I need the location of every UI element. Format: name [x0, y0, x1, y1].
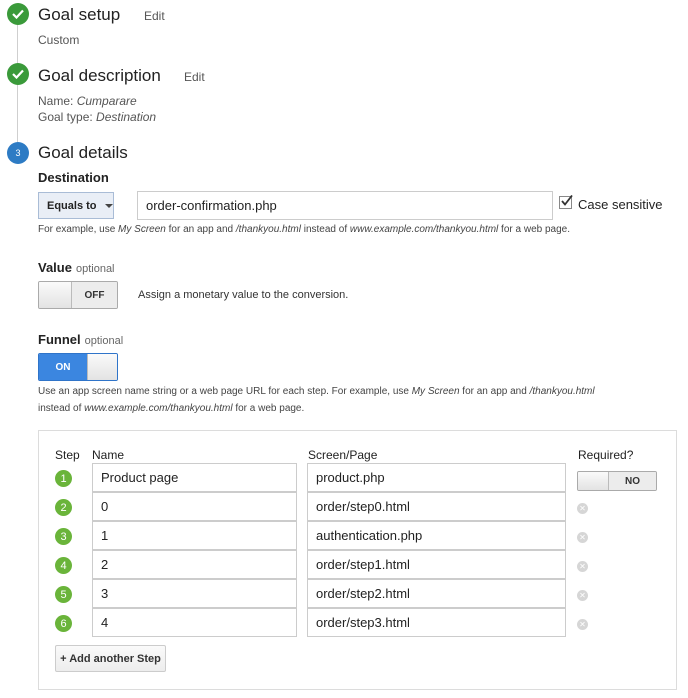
- step-name-input[interactable]: 2: [92, 550, 297, 579]
- funnel-toggle[interactable]: ON: [38, 353, 118, 381]
- funnel-help-text: Use an app screen name string or a web p…: [38, 386, 595, 414]
- case-sensitive-checkbox[interactable]: [559, 195, 573, 209]
- goal-description-edit-link[interactable]: Edit: [184, 70, 205, 84]
- value-optional-hint: optional: [75, 263, 115, 275]
- checkmark-icon: [561, 195, 573, 206]
- step-badge: 1: [55, 470, 72, 487]
- required-toggle[interactable]: NO: [577, 471, 657, 491]
- remove-icon[interactable]: ✕: [577, 532, 588, 543]
- step-screen-input[interactable]: order/step2.html: [307, 579, 566, 608]
- add-step-button[interactable]: + Add another Step: [55, 645, 166, 672]
- column-required: Required?: [578, 448, 634, 462]
- step-badge: 3: [55, 528, 72, 545]
- required-toggle-label: NO: [609, 472, 656, 490]
- goal-setup-title: Goal setup: [38, 5, 121, 24]
- goal-name-value: Cumparare: [76, 94, 137, 108]
- funnel-optional-hint: optional: [84, 335, 124, 347]
- goal-setup-value: Custom: [38, 33, 80, 47]
- match-type-dropdown[interactable]: Equals to: [38, 192, 114, 219]
- step-name-input[interactable]: 0: [92, 492, 297, 521]
- remove-icon[interactable]: ✕: [577, 561, 588, 572]
- goal-type-value: Destination: [96, 110, 157, 124]
- step-badge: 6: [55, 615, 72, 632]
- goal-type-line: Goal type: Destination: [38, 110, 156, 124]
- step-connector: [17, 84, 18, 146]
- destination-label: Destination: [38, 170, 109, 185]
- step-screen-input[interactable]: order/step0.html: [307, 492, 566, 521]
- value-description: Assign a monetary value to the conversio…: [138, 289, 349, 301]
- toggle-knob: [578, 472, 609, 490]
- case-sensitive-label: Case sensitive: [578, 197, 663, 212]
- step-screen-input[interactable]: product.php: [307, 463, 566, 492]
- match-type-value: Equals to: [47, 199, 97, 212]
- goal-type-label: Goal type:: [38, 110, 93, 124]
- toggle-knob: [39, 282, 72, 308]
- value-toggle[interactable]: OFF: [38, 281, 118, 309]
- step-badge: 5: [55, 586, 72, 603]
- goal-setup-edit-link[interactable]: Edit: [144, 9, 165, 23]
- step-name-input[interactable]: 1: [92, 521, 297, 550]
- funnel-label: Funnel optional: [38, 332, 124, 347]
- step-name-input[interactable]: 3: [92, 579, 297, 608]
- step-connector: [17, 24, 18, 66]
- step-screen-input[interactable]: authentication.php: [307, 521, 566, 550]
- remove-icon[interactable]: ✕: [577, 619, 588, 630]
- value-toggle-label: OFF: [72, 282, 117, 308]
- toggle-knob: [87, 354, 117, 380]
- step-number-badge: 3: [7, 142, 29, 164]
- goal-name-label: Name:: [38, 94, 74, 108]
- step-screen-input[interactable]: order/step1.html: [307, 550, 566, 579]
- funnel-toggle-label: ON: [39, 354, 87, 380]
- step-badge: 4: [55, 557, 72, 574]
- column-name: Name: [92, 448, 125, 462]
- column-step: Step: [55, 448, 80, 462]
- step-badge: 2: [55, 499, 72, 516]
- check-icon: [7, 63, 29, 85]
- goal-details-title: Goal details: [38, 143, 128, 162]
- remove-icon[interactable]: ✕: [577, 590, 588, 601]
- caret-down-icon: [104, 203, 113, 208]
- goal-description-title: Goal description: [38, 66, 161, 85]
- destination-help-text: For example, use My Screen for an app an…: [38, 224, 570, 235]
- step-screen-input[interactable]: order/step3.html: [307, 608, 566, 637]
- destination-input[interactable]: order-confirmation.php: [137, 191, 553, 220]
- check-icon: [7, 3, 29, 25]
- goal-name-line: Name: Cumparare: [38, 94, 137, 108]
- value-label: Value optional: [38, 260, 115, 275]
- remove-icon[interactable]: ✕: [577, 503, 588, 514]
- step-name-input[interactable]: Product page: [92, 463, 297, 492]
- step-name-input[interactable]: 4: [92, 608, 297, 637]
- column-screen: Screen/Page: [308, 448, 378, 462]
